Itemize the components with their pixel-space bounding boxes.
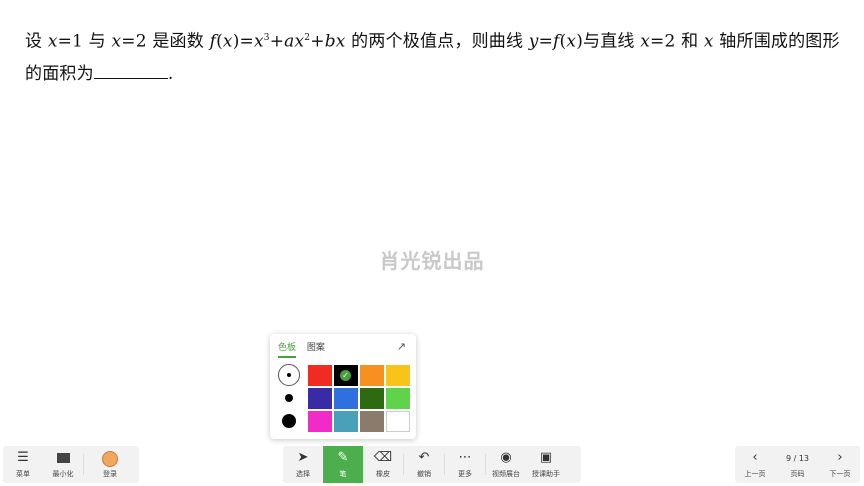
page-indicator: 9 / 13 [785,453,810,463]
pen-size-large[interactable] [278,410,300,432]
pen-tool-button[interactable]: ✎ 笔 [323,446,363,483]
tab-color-board[interactable]: 色板 [278,340,297,358]
eraser-tool-button[interactable]: ⌫ 橡皮 [363,446,403,483]
color-swatch[interactable] [360,365,384,386]
palette-tabs: 色板 图案 [278,340,333,358]
pen-size-medium[interactable] [278,387,300,409]
left-toolbar: ☰ 菜单 最小化 登录 [3,446,139,483]
pen-size-small[interactable] [278,364,300,386]
color-swatch[interactable] [360,411,384,432]
webcam-icon: ◉ [500,449,512,465]
prev-page-button[interactable]: ‹ 上一页 [735,446,775,483]
color-swatch[interactable] [308,365,332,386]
more-dots-icon: ⋯ [458,449,472,465]
more-button[interactable]: ⋯ 更多 [445,446,485,483]
undo-arrow-icon: ↶ [418,449,430,465]
avatar-icon [102,450,118,467]
color-swatch[interactable] [308,411,332,432]
main-toolbar: ➤ 选择 ✎ 笔 ⌫ 橡皮 ↶ 撤销 ⋯ 更多 ◉ 视频展台 ▣ 授课助手 [283,446,581,483]
undo-button[interactable]: ↶ 撤销 [404,446,444,483]
assistant-device-icon: ▣ [539,449,553,465]
color-swatch[interactable] [386,411,410,432]
watermark: 肖光锐出品 [379,249,485,273]
expand-arrow-icon[interactable]: ↗ [397,340,406,353]
pen-icon: ✎ [337,449,349,465]
cursor-arrow-icon: ➤ [297,449,309,465]
login-button[interactable]: 登录 [84,446,136,483]
color-swatch[interactable] [308,388,332,409]
color-swatch[interactable] [360,388,384,409]
teaching-assistant-button[interactable]: ▣ 授课助手 [526,446,566,483]
dot-medium-icon [285,394,293,402]
answer-blank [93,60,168,79]
color-swatch[interactable] [386,388,410,409]
dot-large-icon [282,414,296,428]
next-page-button[interactable]: › 下一页 [820,446,860,483]
color-swatch[interactable] [334,388,358,409]
minimize-icon [56,451,70,467]
eraser-icon: ⌫ [373,449,393,465]
check-icon: ✓ [340,370,351,381]
color-swatch[interactable] [334,411,358,432]
color-palette-popup: 色板 图案 ↗ ✓ [270,334,416,439]
page-navigator: ‹ 上一页 9 / 13 页码 › 下一页 [735,446,860,483]
chevron-left-icon: ‹ [752,449,758,465]
video-booth-button[interactable]: ◉ 视频展台 [486,446,526,483]
tab-pattern[interactable]: 图案 [307,340,325,356]
chevron-right-icon: › [837,449,843,465]
hamburger-icon: ☰ [17,449,29,465]
minimize-button[interactable]: 最小化 [43,446,83,483]
color-swatch[interactable]: ✓ [334,365,358,386]
select-tool-button[interactable]: ➤ 选择 [283,446,323,483]
dot-small-icon [287,373,291,377]
page-number-button[interactable]: 9 / 13 页码 [775,446,820,483]
question-text: 设 x=1 与 x=2 是函数 f(x)=x3+ax2+bx 的两个极值点，则曲… [25,31,840,84]
menu-button[interactable]: ☰ 菜单 [3,446,43,483]
color-swatch[interactable] [386,365,410,386]
color-swatch-grid: ✓ [308,365,410,432]
